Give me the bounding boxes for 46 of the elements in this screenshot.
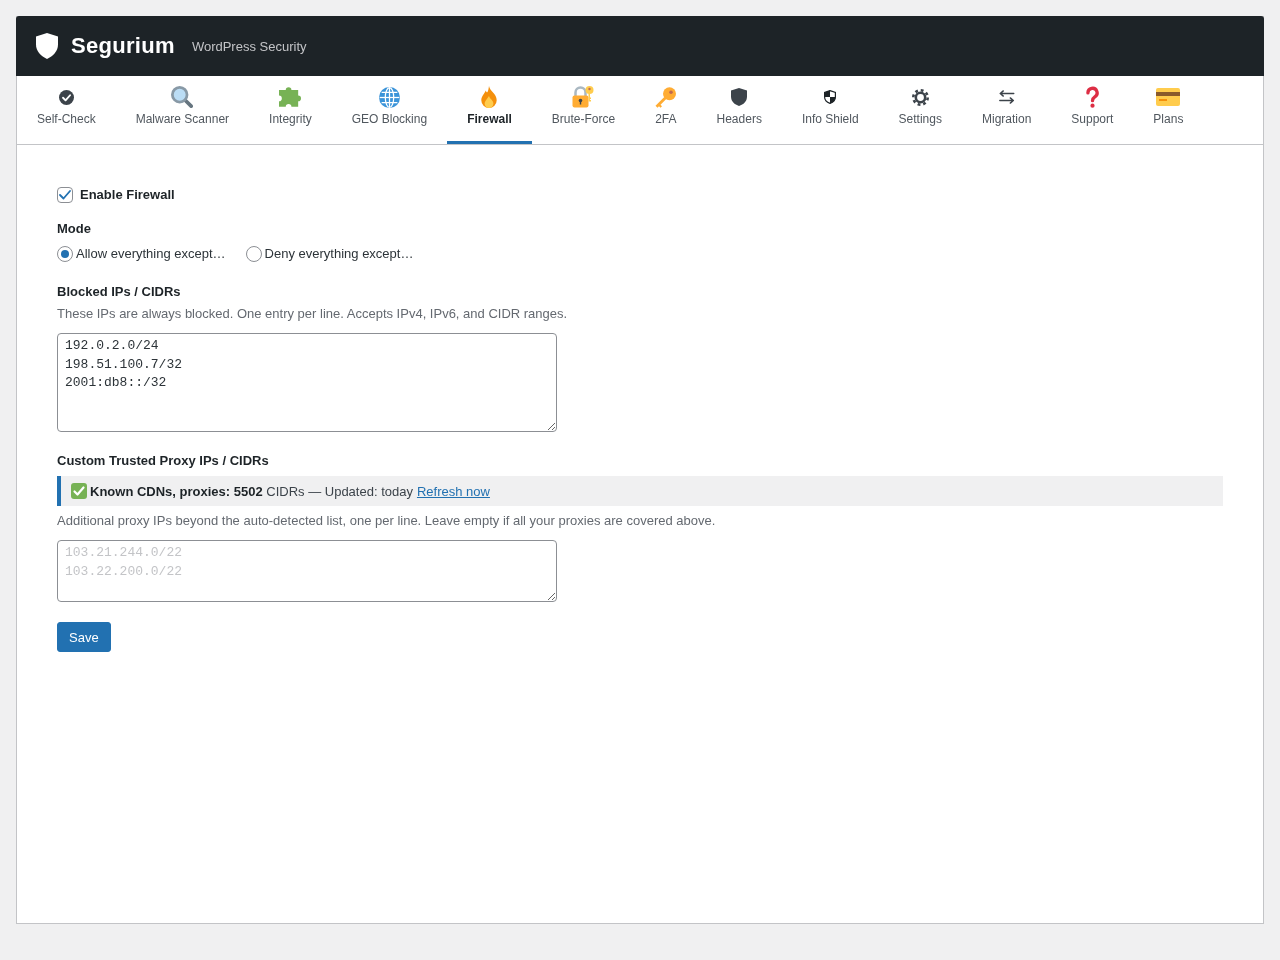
flame-icon bbox=[481, 86, 498, 108]
field-description: These IPs are always blocked. One entry per line. Accepts IPv4, IPv6, and CIDR ranges. bbox=[57, 306, 568, 322]
check-circle-icon bbox=[58, 89, 74, 105]
question-mark-icon bbox=[1085, 86, 1099, 108]
save-button[interactable]: Save bbox=[57, 622, 111, 652]
magnifier-icon bbox=[171, 86, 194, 108]
key-icon bbox=[655, 86, 677, 108]
nav-tab[interactable]: Integrity bbox=[249, 76, 332, 144]
padlock-key-icon bbox=[572, 86, 595, 108]
nav-tab[interactable]: Info Shield bbox=[781, 76, 879, 144]
nav-tab[interactable]: Self-Check bbox=[17, 76, 116, 144]
gear-icon bbox=[911, 88, 929, 106]
app-title: Segurium bbox=[71, 33, 175, 59]
nav-tab[interactable]: Support bbox=[1051, 76, 1134, 144]
refresh-link[interactable]: Refresh now bbox=[416, 483, 490, 499]
field-label: Mode bbox=[57, 221, 91, 237]
shield-logo-icon bbox=[36, 33, 58, 59]
nav-tab[interactable]: GEO Blocking bbox=[331, 76, 448, 144]
notice-text: Known CDNs, proxies: 5502 CIDRs — Updated: today bbox=[90, 483, 413, 499]
radio-button[interactable] bbox=[245, 246, 262, 262]
text-area[interactable]: 103.21.244.0/22 103.22.200.0/22 bbox=[57, 540, 557, 602]
nav-tab[interactable]: 2FA bbox=[635, 76, 697, 144]
globe-icon bbox=[378, 86, 400, 108]
nav-tab[interactable]: Settings bbox=[878, 76, 962, 144]
shield-icon bbox=[731, 88, 748, 106]
radio-button[interactable] bbox=[57, 246, 73, 262]
text-area[interactable]: 192.0.2.0/24 198.51.100.7/32 2001:db8::/32 bbox=[57, 333, 557, 432]
credit-card-icon bbox=[1156, 88, 1181, 106]
check-mark-icon bbox=[71, 483, 87, 499]
app-subtitle: WordPress Security bbox=[191, 38, 307, 54]
nav-tab[interactable]: Brute-Force bbox=[531, 76, 636, 144]
nav-tab[interactable]: Firewall bbox=[447, 76, 532, 144]
nav-tab[interactable]: Migration bbox=[961, 76, 1052, 144]
swap-arrows-icon bbox=[998, 90, 1015, 104]
nav-tab[interactable]: Headers bbox=[696, 76, 782, 144]
radio-label: Allow everything except… bbox=[76, 246, 226, 262]
radio-label: Deny everything except… bbox=[264, 246, 414, 262]
nav-tab[interactable]: Malware Scanner bbox=[115, 76, 250, 144]
quartered-shield-icon bbox=[824, 90, 837, 104]
checkbox[interactable] bbox=[57, 187, 73, 203]
field-label: Blocked IPs / CIDRs bbox=[57, 284, 181, 300]
field-label: Custom Trusted Proxy IPs / CIDRs bbox=[57, 453, 269, 469]
field-description: Additional proxy IPs beyond the auto-detected list, one per line. Leave empty if all your proxies are covered above. bbox=[57, 513, 716, 529]
checkbox-label: Enable Firewall bbox=[80, 187, 175, 203]
puzzle-piece-icon bbox=[279, 87, 302, 107]
nav-tab[interactable]: Plans bbox=[1133, 76, 1204, 144]
